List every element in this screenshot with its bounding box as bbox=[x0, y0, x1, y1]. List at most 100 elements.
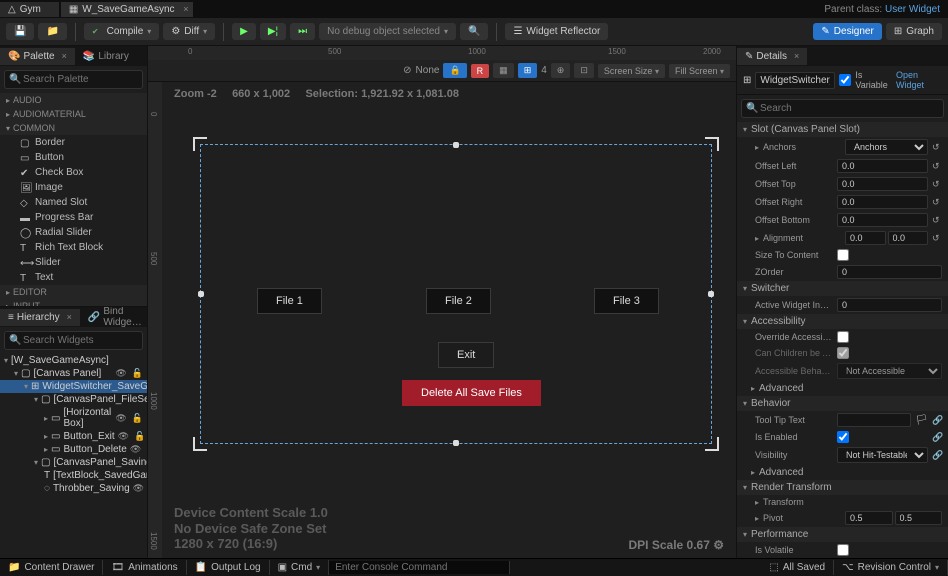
bind-widgets-tab[interactable]: 🔗Bind Widge… bbox=[80, 306, 147, 331]
content-drawer-button[interactable]: 📁Content Drawer bbox=[0, 560, 103, 575]
eye-icon[interactable]: 👁 bbox=[133, 483, 144, 494]
bind-icon[interactable]: 🔗 bbox=[932, 415, 942, 426]
file3-button[interactable]: File 3 bbox=[594, 288, 659, 314]
parent-class-link[interactable]: User Widget bbox=[885, 4, 940, 15]
override-acc-checkbox[interactable] bbox=[837, 331, 849, 343]
offset-bottom-input[interactable] bbox=[837, 213, 928, 227]
anchor-tr-icon[interactable] bbox=[705, 137, 719, 151]
align-y-input[interactable] bbox=[888, 231, 928, 245]
palette-item-richtext[interactable]: TRich Text Block bbox=[0, 240, 147, 255]
active-index-input[interactable] bbox=[837, 298, 942, 312]
debug-object-select[interactable]: No debug object selected ▾ bbox=[319, 23, 456, 40]
palette-item-text[interactable]: TText bbox=[0, 270, 147, 285]
designer-mode-button[interactable]: ✎ Designer bbox=[813, 23, 881, 40]
close-icon[interactable]: × bbox=[62, 51, 67, 61]
palette-item-progressbar[interactable]: ▬Progress Bar bbox=[0, 210, 147, 225]
anchor-bl-icon[interactable] bbox=[193, 437, 207, 451]
handle-right[interactable] bbox=[708, 291, 714, 297]
hier-button-exit[interactable]: ▸▭Button_Exit👁🔓 bbox=[0, 430, 147, 443]
handle-left[interactable] bbox=[198, 291, 204, 297]
widget-reflector-button[interactable]: ☰ Widget Reflector bbox=[505, 23, 608, 40]
cmd-button[interactable]: ▣Cmd▾ bbox=[270, 560, 330, 575]
loc-button[interactable]: ⊕ bbox=[551, 63, 571, 78]
hier-throbber[interactable]: ◌Throbber_Saving👁🔓 bbox=[0, 482, 147, 495]
grid-value[interactable]: 4 bbox=[541, 65, 547, 76]
tooltip-input[interactable] bbox=[837, 413, 911, 427]
play-button[interactable]: ▶ bbox=[232, 23, 256, 40]
compile-button[interactable]: Compile▾ bbox=[84, 23, 159, 40]
reset-icon[interactable]: ↺ bbox=[932, 215, 942, 226]
delete-all-button[interactable]: Delete All Save Files bbox=[402, 380, 541, 406]
revision-control-button[interactable]: ⌥Revision Control▾ bbox=[834, 560, 948, 575]
section-performance[interactable]: ▾Performance bbox=[737, 527, 948, 542]
palette-item-button[interactable]: ▭Button bbox=[0, 150, 147, 165]
open-widget-link[interactable]: Open Widget bbox=[896, 70, 942, 90]
visibility-select[interactable]: Not Hit-Testable (S… bbox=[837, 447, 928, 463]
close-icon[interactable]: × bbox=[183, 4, 188, 14]
section-advanced-2[interactable]: ▸Advanced bbox=[737, 465, 948, 480]
anchor-br-icon[interactable] bbox=[705, 437, 719, 451]
palette-item-checkbox[interactable]: ✔Check Box bbox=[0, 165, 147, 180]
lock-icon[interactable]: 🔓 bbox=[132, 413, 143, 424]
hier-button-delete[interactable]: ▸▭Button_Delete👁🔓 bbox=[0, 443, 147, 456]
hier-root[interactable]: ▾[W_SaveGameAsync] bbox=[0, 354, 147, 367]
pivot-y-input[interactable] bbox=[895, 511, 942, 525]
align-x-input[interactable] bbox=[845, 231, 885, 245]
section-advanced-1[interactable]: ▸Advanced bbox=[737, 381, 948, 396]
flag-icon[interactable]: 🏳 bbox=[915, 415, 928, 426]
reset-icon[interactable]: ↺ bbox=[932, 142, 942, 153]
pivot-x-input[interactable] bbox=[845, 511, 892, 525]
section-switcher[interactable]: ▾Switcher bbox=[737, 281, 948, 296]
handle-bottom[interactable] bbox=[453, 440, 459, 446]
fill-screen-select[interactable]: Fill Screen ▾ bbox=[669, 64, 730, 78]
hier-canvaspanel[interactable]: ▾▢[Canvas Panel]👁🔓 bbox=[0, 367, 147, 380]
details-search-input[interactable] bbox=[741, 99, 944, 118]
hier-textblock[interactable]: T[TextBlock_SavedGame]👁🔓 bbox=[0, 469, 147, 482]
hier-canvaspanel-fileselect[interactable]: ▾▢[CanvasPanel_FileSelect]👁🔓 bbox=[0, 393, 147, 406]
designer-canvas[interactable]: Zoom -2 660 x 1,002 Selection: 1,921.92 … bbox=[162, 82, 736, 558]
reset-icon[interactable]: ↺ bbox=[932, 197, 942, 208]
hier-canvaspanel-saving[interactable]: ▾▢[CanvasPanel_Saving]👁🔓 bbox=[0, 456, 147, 469]
bind-icon[interactable]: 🔗 bbox=[932, 432, 942, 443]
hierarchy-tab[interactable]: ≡Hierarchy× bbox=[0, 309, 80, 326]
is-variable-checkbox[interactable] bbox=[839, 74, 851, 86]
screen-size-select[interactable]: Screen Size ▾ bbox=[598, 64, 665, 78]
enabled-checkbox[interactable] bbox=[837, 431, 849, 443]
save-button[interactable]: 💾 bbox=[6, 23, 34, 40]
zoom-none[interactable]: None bbox=[416, 65, 440, 76]
zorder-input[interactable] bbox=[837, 265, 942, 279]
details-tab[interactable]: ✎Details× bbox=[737, 48, 807, 65]
offset-top-input[interactable] bbox=[837, 177, 928, 191]
palette-cat-input[interactable]: ▸INPUT bbox=[0, 299, 147, 306]
lock-icon[interactable]: 🔓 bbox=[132, 368, 143, 379]
animations-button[interactable]: 🎞Animations bbox=[103, 560, 186, 575]
close-icon[interactable]: × bbox=[67, 312, 72, 322]
outline-button[interactable]: ⊡ bbox=[574, 63, 594, 78]
anchors-select[interactable]: Anchors bbox=[845, 139, 928, 155]
bind-icon[interactable]: 🔗 bbox=[932, 450, 942, 461]
section-accessibility[interactable]: ▾Accessibility bbox=[737, 314, 948, 329]
browse-button[interactable]: 📁 bbox=[38, 23, 66, 40]
section-render-transform[interactable]: ▾Render Transform bbox=[737, 480, 948, 495]
palette-cat-editor[interactable]: ▸EDITOR bbox=[0, 285, 147, 299]
volatile-checkbox[interactable] bbox=[837, 544, 849, 556]
snap-toggle[interactable]: 🔒 bbox=[443, 63, 466, 78]
anchor-tl-icon[interactable] bbox=[193, 137, 207, 151]
palette-cat-audiomaterial[interactable]: ▸AUDIOMATERIAL bbox=[0, 107, 147, 121]
palette-item-radialslider[interactable]: ◯Radial Slider bbox=[0, 225, 147, 240]
hier-widgetswitcher[interactable]: ▾⊞WidgetSwitcher_SaveGameA…👁🔓 bbox=[0, 380, 147, 393]
all-saved-status[interactable]: ⬚All Saved bbox=[761, 560, 834, 575]
hierarchy-search-input[interactable] bbox=[4, 331, 143, 350]
console-input[interactable] bbox=[329, 561, 509, 574]
file1-button[interactable]: File 1 bbox=[257, 288, 322, 314]
palette-tab[interactable]: 🎨Palette× bbox=[0, 48, 75, 65]
offset-left-input[interactable] bbox=[837, 159, 928, 173]
palette-search-input[interactable] bbox=[4, 70, 143, 89]
play-options-button[interactable]: ▶¦ bbox=[260, 23, 286, 40]
eye-icon[interactable]: 👁 bbox=[118, 431, 129, 442]
offset-right-input[interactable] bbox=[837, 195, 928, 209]
eye-icon[interactable]: 👁 bbox=[130, 444, 141, 455]
reset-icon[interactable]: ↺ bbox=[932, 179, 942, 190]
lock-icon[interactable]: 🔓 bbox=[146, 444, 147, 455]
output-log-button[interactable]: 📋Output Log bbox=[187, 560, 270, 575]
